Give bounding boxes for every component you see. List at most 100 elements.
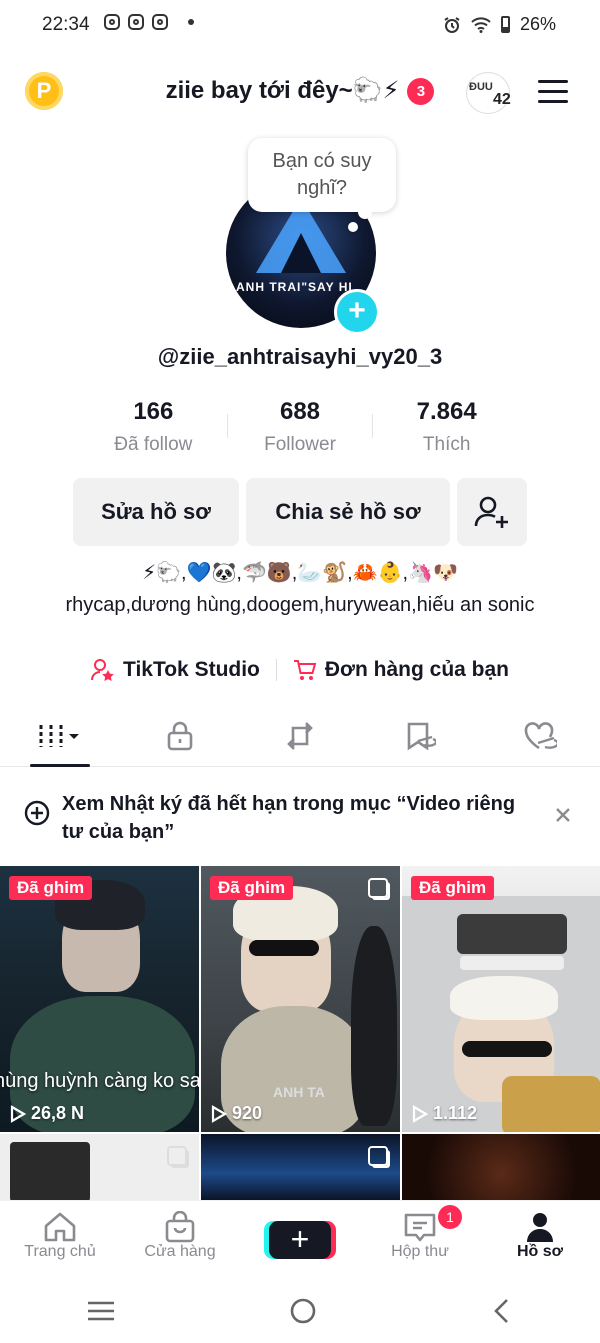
profile-tabs	[0, 706, 600, 767]
play-icon	[211, 1104, 227, 1123]
video-grid-row-2	[0, 1134, 600, 1200]
stat-likes[interactable]: 7.864 Thích	[373, 398, 520, 456]
bio-emoji-line: ⚡🐑,💙🐼,🦈🐻,🦢🐒,🦀👶,🦄🐶	[142, 562, 458, 584]
video-thumbnail[interactable]	[0, 1134, 199, 1200]
tab-videos[interactable]	[0, 706, 120, 767]
lock-icon	[167, 721, 193, 751]
tab-saved[interactable]	[360, 706, 480, 766]
inbox-badge: 1	[438, 1205, 462, 1229]
share-profile-button[interactable]: Chia sẻ hồ sơ	[246, 478, 450, 546]
play-icon	[412, 1104, 428, 1123]
bubble-tail-dot	[348, 222, 358, 232]
video-thumbnail[interactable]	[201, 1134, 400, 1200]
stat-label: Thích	[422, 434, 471, 455]
bookmark-hidden-icon	[407, 722, 436, 751]
more-dot-icon	[188, 19, 194, 25]
view-count: 920	[211, 1103, 262, 1124]
notice-text: Xem Nhật ký đã hết hạn trong mục “Video …	[62, 793, 516, 843]
thought-bubble[interactable]: Bạn có suy nghĩ?	[248, 138, 396, 212]
orders-link[interactable]: Đơn hàng của bạn	[293, 658, 509, 682]
stat-following[interactable]: 166 Đã follow	[80, 398, 227, 456]
inbox-icon	[404, 1213, 436, 1242]
nav-profile-label: Hồ sơ	[516, 1243, 564, 1260]
profile-icon	[527, 1213, 553, 1242]
battery-icon	[500, 16, 510, 33]
stat-label: Đã follow	[114, 434, 193, 455]
instagram-icon	[104, 14, 120, 30]
back-icon[interactable]	[490, 1296, 514, 1326]
tab-reposts[interactable]	[240, 706, 360, 766]
tab-private[interactable]	[120, 706, 240, 766]
expired-stories-notice[interactable]: Xem Nhật ký đã hết hạn trong mục “Video …	[0, 768, 600, 860]
status-time: 22:34	[42, 14, 90, 35]
multi-image-icon	[368, 1146, 388, 1166]
nav-profile[interactable]: Hồ sơ	[480, 1201, 600, 1279]
play-icon	[10, 1104, 26, 1123]
stat-value: 688	[279, 398, 321, 425]
nav-home-label: Trang chủ	[24, 1243, 96, 1260]
status-right: 26%	[443, 14, 556, 35]
pinned-badge: Đã ghim	[210, 876, 294, 900]
tiktok-studio-link[interactable]: TikTok Studio	[91, 658, 260, 682]
view-count-value: 26,8 N	[31, 1103, 85, 1123]
alarm-icon	[444, 16, 460, 33]
nav-create[interactable]: +	[240, 1201, 360, 1279]
add-story-button[interactable]: +	[334, 289, 380, 335]
video-thumbnail[interactable]: Đã ghim ANH TA 920	[201, 866, 400, 1132]
multi-image-icon	[167, 1146, 187, 1166]
bottom-nav: Trang chủ Cửa hàng + Hộp thư 1 Hồ sơ	[0, 1200, 600, 1279]
story-plus-icon	[24, 800, 50, 826]
add-user-icon	[474, 496, 508, 528]
home-icon	[44, 1212, 76, 1242]
video-caption: hùng huỳnh càng ko sa	[0, 1070, 199, 1092]
bubble-tail	[358, 205, 372, 219]
create-plus-icon: +	[269, 1221, 331, 1259]
stat-value: 166	[133, 398, 174, 425]
pinned-badge: Đã ghim	[9, 876, 93, 900]
stat-followers[interactable]: 688 Follower	[226, 398, 374, 456]
view-count: 26,8 N	[10, 1103, 84, 1124]
nav-inbox[interactable]: Hộp thư 1	[360, 1201, 480, 1279]
username: @ziie_anhtraisayhi_vy20_3	[157, 344, 443, 369]
nav-inbox-label: Hộp thư	[391, 1243, 449, 1260]
profile-links: TikTok Studio Đơn hàng của bạn	[0, 658, 600, 682]
add-friend-button[interactable]	[457, 478, 527, 546]
profile-stats: 166 Đã follow 688 Follower 7.864 Thích	[80, 398, 520, 456]
video-thumbnail[interactable]	[402, 1134, 600, 1200]
notification-badge: 3	[407, 78, 435, 105]
cart-icon	[293, 660, 317, 680]
nav-home[interactable]: Trang chủ	[0, 1201, 120, 1279]
instagram-icon	[128, 14, 144, 30]
liked-hidden-icon	[524, 722, 557, 750]
bio-text: rhycap,dương hùng,doogem,hurywean,hiếu a…	[65, 594, 535, 616]
multi-image-icon	[368, 878, 388, 898]
stat-value: 7.864	[416, 398, 477, 425]
tab-liked[interactable]	[480, 706, 600, 766]
edit-profile-button[interactable]: Sửa hồ sơ	[73, 478, 239, 546]
nav-shop-label: Cửa hàng	[144, 1243, 216, 1260]
video-thumbnail[interactable]: Đã ghim hùng huỳnh càng ko sa 26,8 N	[0, 866, 199, 1132]
visitor-tag: ĐUU	[469, 81, 493, 93]
profile-visitors-button[interactable]: ĐUU 42	[466, 72, 511, 114]
instagram-icon	[152, 14, 168, 30]
nav-shop[interactable]: Cửa hàng	[120, 1201, 240, 1279]
view-count-value: 920	[232, 1103, 263, 1123]
close-icon[interactable]	[554, 806, 572, 824]
video-thumbnail[interactable]: Đã ghim 1.112	[402, 866, 600, 1132]
view-count: 1.112	[412, 1103, 477, 1124]
wifi-icon	[471, 16, 491, 33]
system-nav	[0, 1278, 600, 1343]
visitor-count: 42	[493, 91, 511, 108]
profile-name: ziie bay tới đêy~🐑⚡	[165, 77, 400, 104]
video-grid: Đã ghim hùng huỳnh càng ko sa 26,8 N Đã …	[0, 866, 600, 1132]
video-caption: ANH TA	[273, 1084, 325, 1100]
notification-icons	[104, 14, 194, 30]
battery-percent: 26%	[519, 14, 556, 34]
home-circle-icon[interactable]	[288, 1296, 318, 1326]
shop-bag-icon	[165, 1211, 195, 1243]
menu-icon[interactable]	[538, 80, 568, 110]
pinned-badge: Đã ghim	[411, 876, 495, 900]
videos-grid-icon	[39, 725, 79, 747]
recent-apps-icon[interactable]	[86, 1299, 116, 1323]
studio-icon	[91, 659, 114, 681]
